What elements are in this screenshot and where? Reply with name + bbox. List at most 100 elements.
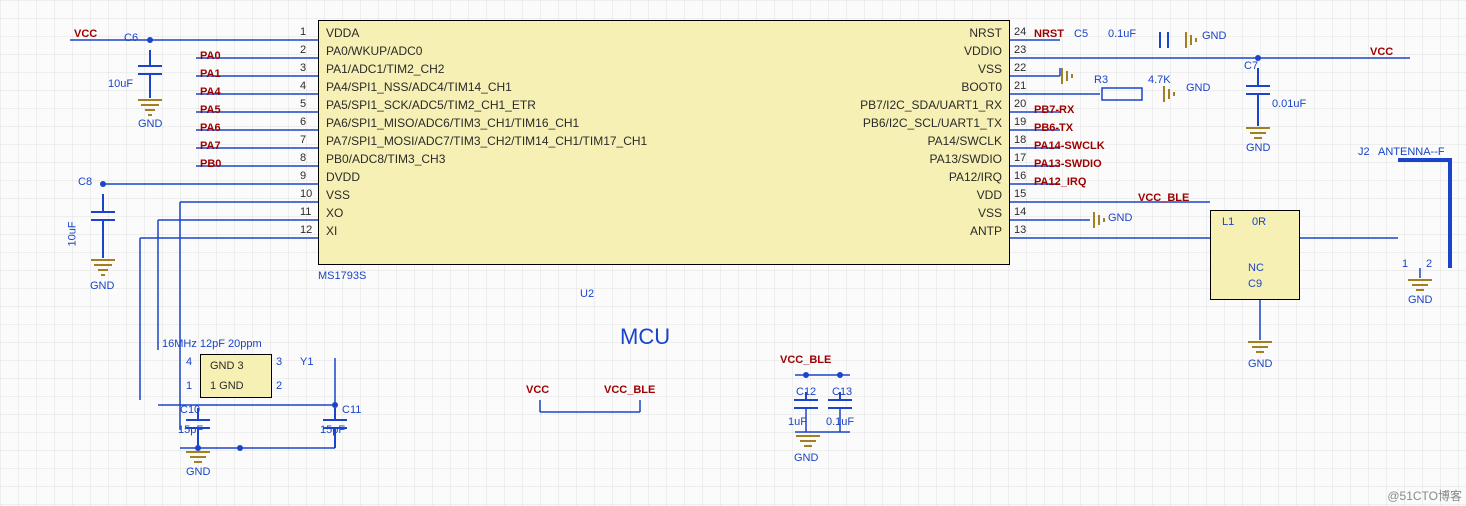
net-PA5: PA5 [200,104,221,116]
pinnum-left-8: 8 [300,152,306,164]
gnd-2: GND [90,280,114,292]
pin-right-16: PA12/IRQ [949,170,1002,184]
pinnum-left-12: 12 [300,224,312,236]
pinnum-left-3: 3 [300,62,306,74]
net-pb7: PB7-RX [1034,104,1074,116]
pin-left-1: VDDA [326,26,359,40]
pinnum-right-18: 18 [1014,134,1026,146]
gnd-r3: GND [1186,82,1210,94]
pin-left-4: PA4/SPI1_NSS/ADC4/TIM14_CH1 [326,80,512,94]
pinnum-right-17: 17 [1014,152,1026,164]
pinnum-left-4: 4 [300,80,306,92]
cap-c13-val: 0.1uF [826,416,854,428]
gnd-c5: GND [1202,30,1226,42]
cap-c12-val: 1uF [788,416,807,428]
schematic-canvas: @51CTO博客 VDDA1PA0/WKUP/ADC02PA1/ADC1/TIM… [0,0,1466,506]
pin-right-22: VSS [978,62,1002,76]
cap-c7-ref: C7 [1244,60,1258,72]
net-PA7: PA7 [200,140,221,152]
xtal-p1: 1 GND [210,380,244,392]
pin-right-17: PA13/SWDIO [930,152,1002,166]
pin-left-5: PA5/SPI1_SCK/ADC5/TIM2_CH1_ETR [326,98,536,112]
cap-c9-nc: NC [1248,262,1264,274]
cap-c12-ref: C12 [796,386,816,398]
pinnum-right-14: 14 [1014,206,1026,218]
pinnum-left-2: 2 [300,44,306,56]
gnd-p14: GND [1108,212,1132,224]
pinnum-left-9: 9 [300,170,306,182]
pin-left-8: PB0/ADC8/TIM3_CH3 [326,152,445,166]
pinnum-right-24: 24 [1014,26,1026,38]
xtal-spec: 16MHz 12pF 20ppm [162,338,262,350]
schematic-title: MCU [620,324,670,350]
pwr-vccble-jumper: VCC_BLE [604,384,655,396]
cap-c6-ref: C6 [124,32,138,44]
cap-c8-val: 10uF [67,221,79,246]
net-pb6: PB6-TX [1034,122,1073,134]
gnd-1: GND [138,118,162,130]
cap-c10-val: 15pF [178,424,203,436]
pin-left-6: PA6/SPI1_MISO/ADC6/TIM3_CH1/TIM16_CH1 [326,116,579,130]
pinnum-right-19: 19 [1014,116,1026,128]
net-pa14: PA14-SWCLK [1034,140,1105,152]
pwr-vcc-2: VCC [1370,46,1393,58]
ant-pin2: 2 [1426,258,1432,270]
net-PB0: PB0 [200,158,221,170]
pinnum-right-23: 23 [1014,44,1026,56]
xtal-n2: 2 [276,380,282,392]
pwr-vcc-1: VCC [74,28,97,40]
pin-right-23: VDDIO [964,44,1002,58]
cap-c9-ref: C9 [1248,278,1262,290]
net-pa12: PA12_IRQ [1034,176,1086,188]
pin-left-10: VSS [326,188,350,202]
cap-c11-ref: C11 [342,404,361,416]
pinnum-right-16: 16 [1014,170,1026,182]
gnd-ant: GND [1408,294,1432,306]
ic-ref: U2 [580,288,594,300]
pinnum-right-13: 13 [1014,224,1026,236]
ind-l1-val: 0R [1252,216,1266,228]
pin-left-7: PA7/SPI1_MOSI/ADC7/TIM3_CH2/TIM14_CH1/TI… [326,134,647,148]
net-PA0: PA0 [200,50,221,62]
watermark: @51CTO博客 [1387,487,1462,504]
pinnum-left-7: 7 [300,134,306,146]
ant-pin1: 1 [1402,258,1408,270]
gnd-c7: GND [1246,142,1270,154]
ind-l1-ref: L1 [1222,216,1234,228]
pin-right-24: NRST [969,26,1002,40]
pin-right-20: PB7/I2C_SDA/UART1_RX [860,98,1002,112]
net-PA1: PA1 [200,68,221,80]
pinnum-right-15: 15 [1014,188,1026,200]
gnd-c9: GND [1248,358,1272,370]
res-r3-ref: R3 [1094,74,1108,86]
pinnum-left-1: 1 [300,26,306,38]
xtal-n4: 4 [186,356,192,368]
xtal-n1: 1 [186,380,192,392]
pinnum-left-5: 5 [300,98,306,110]
pin-right-13: ANTP [970,224,1002,238]
pinnum-right-22: 22 [1014,62,1026,74]
cap-c11-val: 15pF [320,424,345,436]
cap-c5-ref: C5 [1074,28,1088,40]
pin-right-14: VSS [978,206,1002,220]
pin-left-9: DVDD [326,170,360,184]
cap-c8-ref: C8 [78,176,92,188]
pinnum-right-21: 21 [1014,80,1026,92]
xtal-p3: GND 3 [210,360,244,372]
pin-left-3: PA1/ADC1/TIM2_CH2 [326,62,444,76]
pin-right-19: PB6/I2C_SCL/UART1_TX [863,116,1002,130]
gnd-c1213: GND [794,452,818,464]
net-PA4: PA4 [200,86,221,98]
pin-right-15: VDD [977,188,1002,202]
ant-label: ANTENNA--F [1378,146,1445,158]
xtal-n3: 3 [276,356,282,368]
cap-c10-ref: C10 [180,404,200,416]
net-nrst: NRST [1034,28,1064,40]
res-r3-val: 4.7K [1148,74,1171,86]
gnd-xtal: GND [186,466,210,478]
pinnum-right-20: 20 [1014,98,1026,110]
ant-ref: J2 [1358,146,1370,158]
cap-c7-val: 0.01uF [1272,98,1306,110]
pinnum-left-11: 11 [300,206,311,218]
pin-left-12: XI [326,224,337,238]
